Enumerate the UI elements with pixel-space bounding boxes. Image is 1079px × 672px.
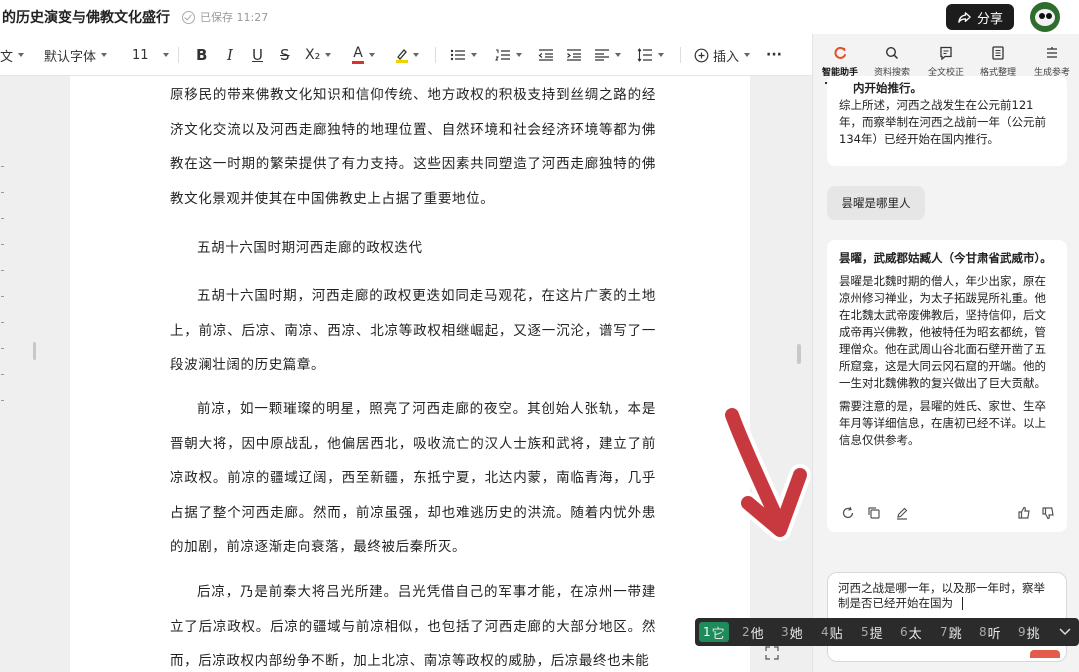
message-text: 综上所述，河西之战发生在公元前121年，而察举制在河西之战前一年（公元前134年… bbox=[839, 98, 1046, 146]
plus-circle-icon bbox=[694, 48, 709, 62]
ime-candidate[interactable]: 8听 bbox=[979, 622, 1001, 642]
proofread-icon bbox=[940, 46, 952, 60]
thumbs-down-icon[interactable] bbox=[1041, 506, 1055, 520]
save-status: 已保存 11:27 bbox=[182, 9, 268, 25]
regenerate-icon[interactable] bbox=[841, 506, 855, 520]
line-spacing-icon bbox=[637, 48, 652, 62]
paragraph-1: 原移民的带来佛教文化知识和信仰传统、地方政权的积极支持到丝绸之路的经济文化交流以… bbox=[170, 87, 656, 207]
reference-icon bbox=[1047, 47, 1057, 58]
outdent-icon bbox=[538, 49, 553, 61]
share-icon bbox=[958, 11, 971, 23]
message-partial-text: 内开始推行。 bbox=[853, 81, 922, 95]
more-button[interactable]: ··· bbox=[766, 34, 782, 76]
font-family-label: 默认字体 bbox=[44, 49, 97, 65]
numbered-list-button[interactable] bbox=[495, 34, 522, 76]
paragraph-3: 前凉，如一颗璀璨的明星，照亮了河西走廊的夜空。其创始人张轨，本是晋朝大将，因中原… bbox=[170, 401, 656, 555]
section-heading: 五胡十六国时期河西走廊的政权迭代 bbox=[197, 240, 423, 256]
numbered-list-icon bbox=[495, 49, 510, 61]
line-spacing-button[interactable] bbox=[637, 34, 664, 76]
expand-icon[interactable] bbox=[765, 646, 779, 660]
title-bar: 的历史演变与佛教文化盛行 已保存 11:27 分享 bbox=[0, 0, 1079, 34]
align-button[interactable] bbox=[594, 34, 621, 76]
format-icon bbox=[992, 46, 1004, 60]
underline-button[interactable]: U bbox=[252, 34, 263, 76]
document-page[interactable]: 原移民的带来佛教文化知识和信仰传统、地方政权的积极支持到丝绸之路的经济文化交流以… bbox=[70, 76, 750, 672]
ime-candidate[interactable]: 7跳 bbox=[940, 622, 962, 642]
font-color-button[interactable]: A bbox=[352, 34, 375, 76]
format-toolbar: 文 默认字体 11 B I U S X₂ A 插入 ··· bbox=[0, 34, 812, 76]
answer-note: 需要注意的是，昙曜的姓氏、家世、生卒年月等详细信息，在唐初已经不详。以上信息仅供… bbox=[839, 399, 1046, 447]
indent-button[interactable] bbox=[566, 34, 582, 76]
assistant-message: 昙曜，武威郡姑臧人（今甘肃省武威市）。 昙曜是北魏时期的僧人，年少出家，原在凉州… bbox=[827, 240, 1067, 532]
align-left-icon bbox=[595, 49, 609, 61]
assistant-panel: 智能助手 资料搜索 全文校正 格式整理 生成参考 内开始推行。 综上所述，河西之… bbox=[812, 34, 1079, 672]
ime-candidate[interactable]: 2他 bbox=[742, 622, 764, 642]
text-style-label: 文 bbox=[0, 49, 14, 65]
ime-candidate[interactable]: 3她 bbox=[781, 622, 803, 642]
app-window: 的历史演变与佛教文化盛行 已保存 11:27 分享 文 默认字体 11 B I … bbox=[0, 0, 1079, 672]
chevron-down-icon[interactable] bbox=[1059, 627, 1071, 637]
user-message-text: 昙曜是哪里人 bbox=[841, 196, 911, 210]
text-style-dropdown[interactable]: 文 bbox=[0, 34, 25, 76]
avatar[interactable] bbox=[1030, 2, 1060, 32]
save-status-text: 已保存 11:27 bbox=[200, 11, 269, 24]
search-icon bbox=[885, 46, 899, 60]
arrow-annotation bbox=[721, 404, 811, 541]
indent-icon bbox=[567, 49, 581, 61]
paragraph-2: 五胡十六国时期，河西走廊的政权更迭如同走马观花，在这片广袤的土地上，前凉、后凉、… bbox=[170, 288, 656, 373]
italic-button[interactable]: I bbox=[227, 34, 233, 76]
font-family-dropdown[interactable]: 默认字体 bbox=[44, 34, 108, 76]
font-size-label: 11 bbox=[132, 47, 149, 63]
assistant-message: 内开始推行。 综上所述，河西之战发生在公元前121年，而察举制在河西之战前一年（… bbox=[827, 76, 1067, 166]
font-color-icon: A bbox=[353, 45, 363, 61]
outdent-button[interactable] bbox=[538, 34, 554, 76]
document-title[interactable]: 的历史演变与佛教文化盛行 bbox=[2, 7, 170, 27]
paragraph-4: 后凉，乃是前秦大将吕光所建。吕光凭借自己的军事才能，在凉州一带建立了后凉政权。后… bbox=[170, 584, 656, 669]
user-message: 昙曜是哪里人 bbox=[827, 186, 925, 220]
share-button[interactable]: 分享 bbox=[946, 4, 1014, 30]
ime-candidate[interactable]: 1它 bbox=[699, 622, 729, 642]
ime-candidate[interactable]: 6太 bbox=[900, 622, 922, 642]
share-label: 分享 bbox=[976, 11, 1003, 27]
chat-input-text: 河西之战是哪一年，以及那一年时，察举制是否已经开始在国为 bbox=[838, 581, 1045, 610]
insert-label: 插入 bbox=[713, 49, 740, 65]
subscript-button[interactable]: X₂ bbox=[305, 34, 332, 76]
bold-button[interactable]: B bbox=[196, 34, 207, 76]
ime-candidate-bar: 1它 2他 3她 4贴 5提 6太 7跳 8听 9挑 bbox=[695, 618, 1079, 646]
left-resize-handle[interactable] bbox=[33, 342, 36, 360]
send-button[interactable] bbox=[1030, 650, 1060, 658]
copy-icon[interactable] bbox=[867, 506, 881, 520]
font-size-dropdown[interactable]: 11 bbox=[132, 34, 169, 76]
edit-icon[interactable] bbox=[895, 506, 909, 520]
insert-button[interactable]: 插入 bbox=[694, 34, 751, 76]
bullet-list-button[interactable] bbox=[450, 34, 477, 76]
check-circle-icon bbox=[182, 10, 195, 24]
message-actions bbox=[841, 506, 1055, 522]
assistant-icon bbox=[834, 46, 846, 59]
ime-candidate[interactable]: 4贴 bbox=[821, 622, 843, 642]
outline-markers bbox=[0, 150, 8, 401]
bullet-list-icon bbox=[450, 49, 465, 61]
ime-candidate[interactable]: 9挑 bbox=[1018, 622, 1040, 642]
ime-candidate[interactable]: 5提 bbox=[861, 622, 883, 642]
thumbs-up-icon[interactable] bbox=[1017, 506, 1031, 520]
right-resize-handle[interactable] bbox=[797, 344, 801, 364]
answer-heading: 昙曜，武威郡姑臧人（今甘肃省武威市）。 bbox=[839, 251, 1052, 265]
chat-input[interactable]: 河西之战是哪一年，以及那一年时，察举制是否已经开始在国为 bbox=[827, 572, 1067, 662]
highlight-button[interactable] bbox=[395, 34, 419, 76]
highlighter-icon bbox=[397, 48, 407, 60]
answer-body: 昙曜是北魏时期的僧人，年少出家，原在凉州修习禅业，为太子拓跋晃所礼重。他在北魏太… bbox=[839, 274, 1046, 390]
strikethrough-button[interactable]: S bbox=[280, 34, 290, 76]
